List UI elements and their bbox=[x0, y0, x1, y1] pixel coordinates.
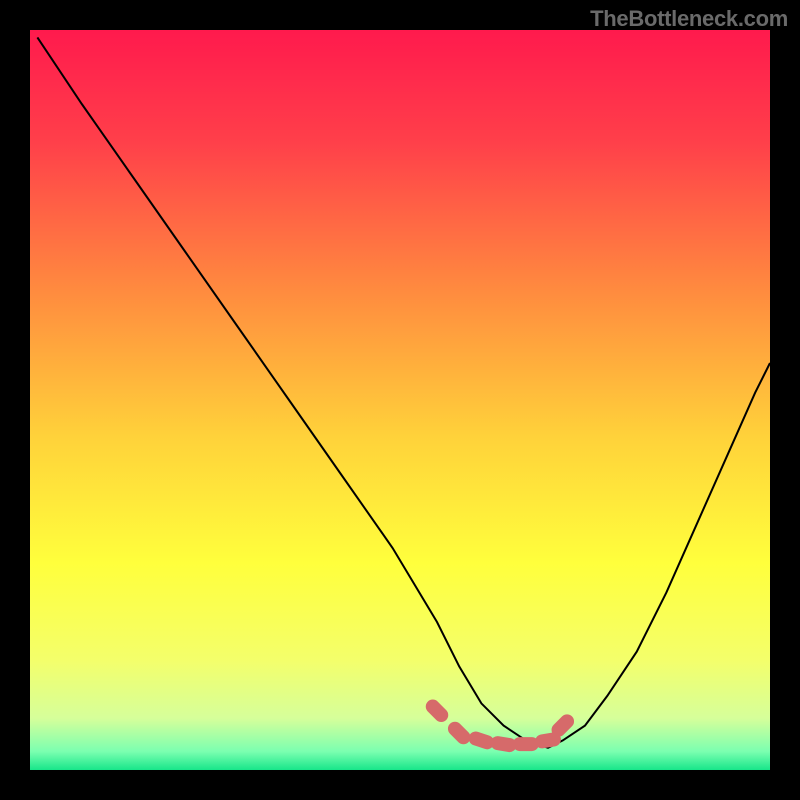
optimal-marker bbox=[513, 737, 539, 751]
watermark-text: TheBottleneck.com bbox=[590, 6, 788, 32]
chart-canvas bbox=[30, 30, 770, 770]
chart-frame bbox=[30, 30, 770, 770]
heat-gradient-background bbox=[30, 30, 770, 770]
